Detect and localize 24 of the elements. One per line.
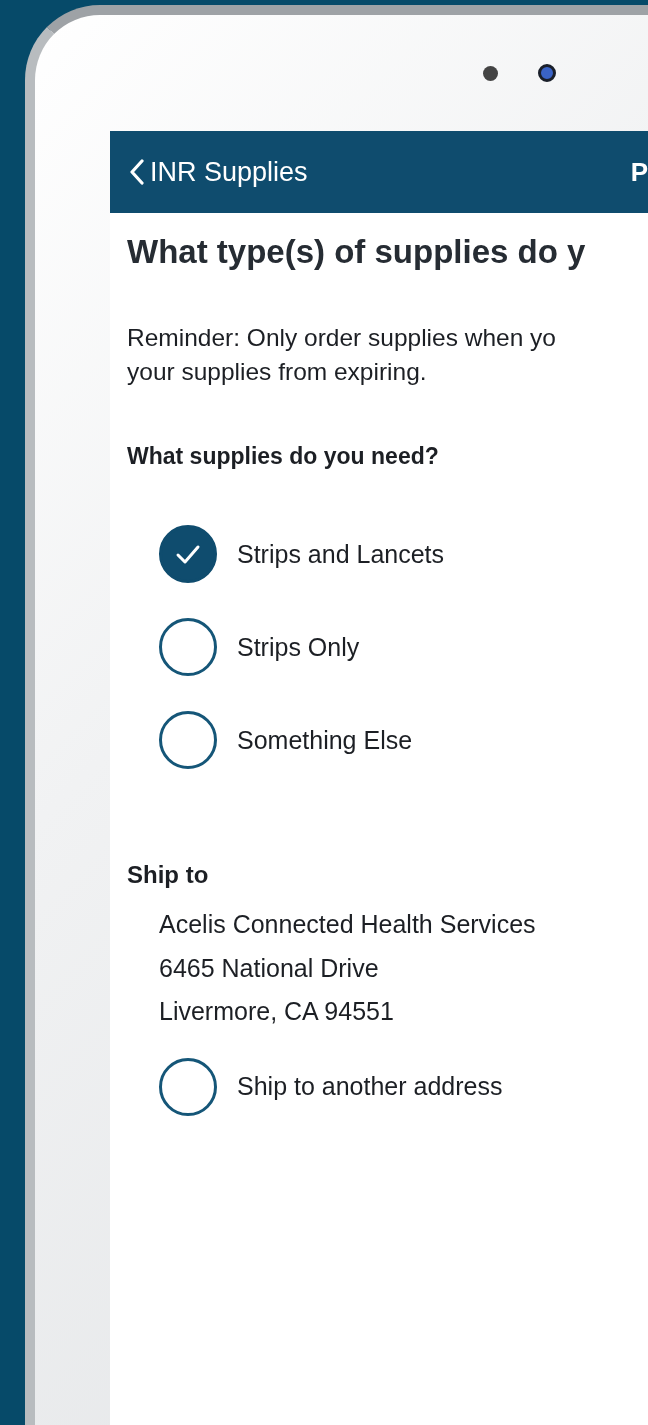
camera-icon xyxy=(538,64,556,82)
address-line: Livermore, CA 94551 xyxy=(159,996,395,1027)
page-heading: What type(s) of supplies do y xyxy=(127,233,587,271)
radio-option[interactable]: Something Else xyxy=(127,711,648,769)
radio-option[interactable]: Ship to another address xyxy=(127,1057,648,1116)
back-button[interactable]: INR Supplies xyxy=(130,156,308,188)
radio-button[interactable] xyxy=(159,711,217,769)
option-label: Strips Only xyxy=(237,632,360,662)
option-label: Ship to another address xyxy=(237,1072,503,1101)
radio-option[interactable]: Strips Only xyxy=(127,618,648,676)
address-line: 6465 National Drive xyxy=(159,952,380,984)
radio-button[interactable] xyxy=(159,525,217,583)
question-label: What supplies do you need? xyxy=(127,443,440,470)
nav-action[interactable]: P xyxy=(630,156,648,188)
radio-button[interactable] xyxy=(159,618,217,676)
radio-option[interactable]: Strips and Lancets xyxy=(127,525,648,583)
address-line: Acelis Connected Health Services xyxy=(159,909,537,940)
radio-button[interactable] xyxy=(159,1057,217,1116)
option-label: Something Else xyxy=(237,725,413,755)
option-label: Strips and Lancets xyxy=(237,539,445,569)
reminder-text: Reminder: Only order supplies when yo your supplies from expiring. xyxy=(127,323,557,387)
section-title: Ship to xyxy=(127,861,210,889)
chevron-left-icon xyxy=(130,159,144,185)
sensor-icon xyxy=(483,65,498,81)
